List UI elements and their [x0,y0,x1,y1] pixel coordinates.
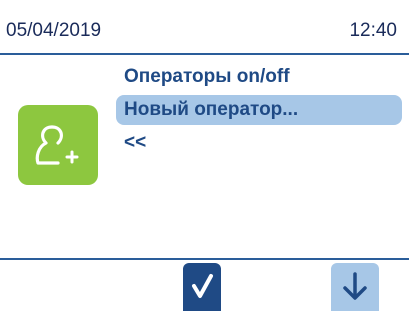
menu-item-back[interactable]: << [116,128,402,158]
add-user-icon [18,105,98,185]
status-time: 12:40 [349,20,397,41]
status-date: 05/04/2019 [6,20,102,41]
menu-item-label: << [124,132,147,153]
menu-item-new-operator[interactable]: Новый оператор... [116,95,402,125]
menu-item-label: Новый оператор... [124,99,299,120]
check-icon [192,274,213,298]
device-screen: 05/04/2019 12:40 Операторы on/off Новый … [0,0,409,311]
scroll-down-button[interactable] [331,263,379,311]
confirm-button[interactable] [183,263,221,311]
menu-list: Операторы on/off Новый оператор... << [116,62,402,161]
arrow-down-icon [343,272,367,300]
menu-item-label: Операторы on/off [124,66,290,87]
menu-item-operators-toggle[interactable]: Операторы on/off [116,62,402,92]
status-bar: 05/04/2019 12:40 [0,0,409,55]
